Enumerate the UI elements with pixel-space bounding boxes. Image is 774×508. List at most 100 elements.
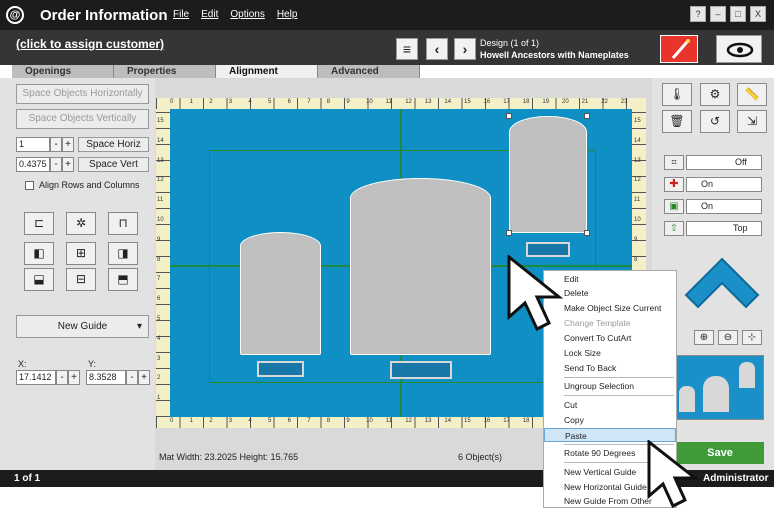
space-vertically-button[interactable]: Space Objects Vertically xyxy=(16,109,149,129)
space-vert-increment[interactable]: + xyxy=(62,157,74,172)
close-button[interactable]: X xyxy=(750,6,766,22)
ruler-tick-label: 21 xyxy=(581,99,589,105)
mat-dimensions: Mat Width: 23.2025 Height: 15.765 xyxy=(159,452,299,462)
next-design-icon[interactable]: › xyxy=(454,38,476,60)
tab-strip: Openings Properties Alignment Advanced xyxy=(12,65,422,78)
minimize-button[interactable]: – xyxy=(710,6,726,22)
new-guide-dropdown[interactable]: New Guide ▾ xyxy=(16,315,149,338)
zoom-out-icon[interactable]: ⊖ xyxy=(718,330,738,345)
align-left-icon[interactable]: ⊏ xyxy=(24,212,54,235)
opening-left[interactable] xyxy=(240,232,321,355)
center-both-icon[interactable]: ✲ xyxy=(66,212,96,235)
menu-separator xyxy=(564,377,674,378)
crosshair-toggle[interactable]: On xyxy=(686,177,762,192)
layer-order-toggle[interactable]: Top xyxy=(686,221,762,236)
space-vert-input[interactable]: 0.4375 xyxy=(16,157,50,172)
preview-button[interactable] xyxy=(716,35,762,63)
space-vert-decrement[interactable]: - xyxy=(50,157,62,172)
resize-handle[interactable] xyxy=(506,230,512,236)
gear-icon[interactable]: ⚙ xyxy=(700,83,730,106)
nameplate-left[interactable] xyxy=(257,361,304,377)
resize-handle[interactable] xyxy=(584,230,590,236)
align-rows-checkbox[interactable] xyxy=(25,181,34,190)
object-count: 6 Object(s) xyxy=(458,452,503,462)
zoom-fit-icon[interactable]: ⊹ xyxy=(742,330,762,345)
space-horiz-input[interactable]: 1 xyxy=(16,137,50,152)
tab-advanced[interactable]: Advanced xyxy=(318,65,420,78)
chevron-up-icon[interactable] xyxy=(682,255,762,315)
center-vertical-icon[interactable]: ⊟ xyxy=(66,268,96,291)
magic-wand-button[interactable] xyxy=(660,35,698,63)
design-counter: Design (1 of 1) xyxy=(480,38,540,48)
ruler-tick-label: 17 xyxy=(503,418,510,424)
x-input[interactable]: 17.1412 xyxy=(16,370,56,385)
space-horiz-increment[interactable]: + xyxy=(62,137,74,152)
ctx-send-to-back[interactable]: Send To Back xyxy=(544,361,676,375)
window-title: Order Information xyxy=(40,7,168,24)
menu-help[interactable]: Help xyxy=(277,9,298,20)
nameplate-center[interactable] xyxy=(390,361,452,379)
ruler-tick-label: 9 xyxy=(346,418,350,424)
ruler-icon[interactable]: 📏 xyxy=(737,83,767,106)
center-horizontal-icon[interactable]: ⊞ xyxy=(66,242,96,265)
thermometer-icon[interactable]: 🌡 xyxy=(662,83,692,106)
window-controls: ? – □ X xyxy=(690,6,766,22)
ruler-tick-label: 2 xyxy=(209,99,213,105)
menu-options[interactable]: Options xyxy=(230,9,264,20)
ruler-left xyxy=(156,109,170,417)
ctx-ungroup-selection[interactable]: Ungroup Selection xyxy=(544,379,676,393)
ruler-tick-label: 10 xyxy=(634,217,641,223)
menu-edit[interactable]: Edit xyxy=(201,9,218,20)
resize-handle[interactable] xyxy=(506,113,512,119)
tab-openings[interactable]: Openings xyxy=(12,65,114,78)
space-horizontally-button[interactable]: Space Objects Horizontally xyxy=(16,84,149,104)
crop-marks-toggle[interactable]: Off xyxy=(686,155,762,170)
ruler-tick-label: 11 xyxy=(385,418,392,424)
trash-icon[interactable]: 🗑 xyxy=(662,110,692,133)
hamburger-menu-icon[interactable]: ≡ xyxy=(396,38,418,60)
maximize-button[interactable]: □ xyxy=(730,6,746,22)
opening-center[interactable] xyxy=(350,178,491,355)
space-vert-button[interactable]: Space Vert xyxy=(78,157,149,172)
ruler-tick-label: 4 xyxy=(157,335,161,342)
ruler-tick-label: 14 xyxy=(157,137,164,144)
user-name: Administrator xyxy=(703,473,769,484)
assign-customer-link[interactable]: (click to assign customer) xyxy=(16,37,164,51)
guides-toggle[interactable]: On xyxy=(686,199,762,214)
y-input[interactable]: 8.3528 xyxy=(86,370,126,385)
space-horiz-decrement[interactable]: - xyxy=(50,137,62,152)
ruler-tick-label: 18 xyxy=(522,99,530,105)
tab-properties[interactable]: Properties xyxy=(114,65,216,78)
ctx-cut[interactable]: Cut xyxy=(544,398,676,412)
ruler-tick-label: 20 xyxy=(562,99,569,105)
y-increment[interactable]: + xyxy=(138,370,150,385)
opening-right[interactable] xyxy=(509,116,587,233)
menu-file[interactable]: File xyxy=(173,9,189,20)
zoom-in-icon[interactable]: ⊕ xyxy=(694,330,714,345)
menu-separator xyxy=(564,395,674,396)
previous-design-icon[interactable]: ‹ xyxy=(426,38,448,60)
export-icon[interactable]: ⇲ xyxy=(737,110,767,133)
magic-wand-icon xyxy=(671,39,690,59)
x-decrement[interactable]: - xyxy=(56,370,68,385)
x-increment[interactable]: + xyxy=(68,370,80,385)
align-bottom-edge-icon[interactable]: ⬓ xyxy=(24,268,54,291)
ruler-tick-label: 15 xyxy=(464,418,471,424)
align-top-icon[interactable]: ⊓ xyxy=(108,212,138,235)
tab-alignment[interactable]: Alignment xyxy=(216,65,318,78)
design-thumbnail[interactable] xyxy=(676,355,764,420)
y-decrement[interactable]: - xyxy=(126,370,138,385)
resize-handle[interactable] xyxy=(584,113,590,119)
align-right-edge-icon[interactable]: ◨ xyxy=(108,242,138,265)
customer-bar: (click to assign customer) xyxy=(0,30,774,65)
align-top-edge-icon[interactable]: ⬒ xyxy=(108,268,138,291)
ruler-tick-label: 19 xyxy=(542,99,550,105)
align-left-edge-icon[interactable]: ◧ xyxy=(24,242,54,265)
ruler-tick-label: 14 xyxy=(444,99,452,105)
help-button[interactable]: ? xyxy=(690,6,706,22)
ruler-tick-label: 9 xyxy=(634,236,638,243)
ctx-copy[interactable]: Copy xyxy=(544,413,676,427)
ctx-lock-size[interactable]: Lock Size xyxy=(544,346,676,360)
space-horiz-button[interactable]: Space Horiz xyxy=(78,137,149,152)
undo-icon[interactable]: ↺ xyxy=(700,110,730,133)
